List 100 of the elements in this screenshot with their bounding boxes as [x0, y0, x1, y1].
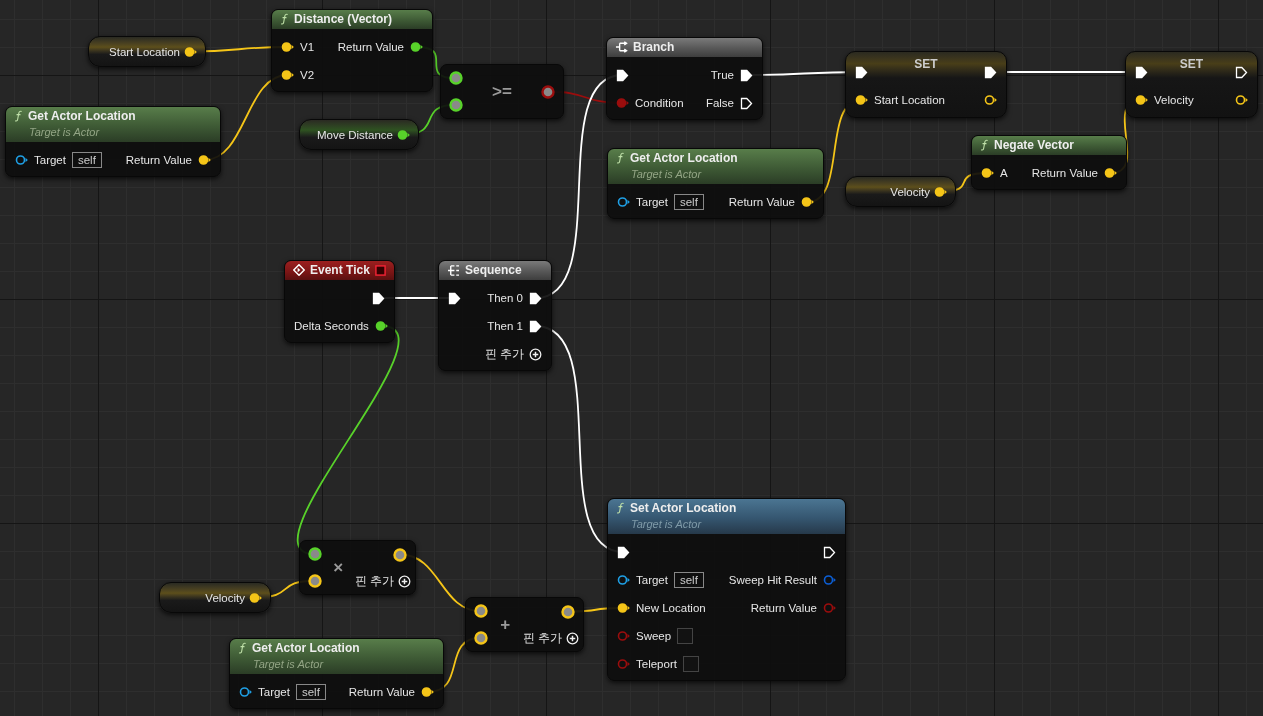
pin-label: Condition	[635, 97, 684, 109]
exec-pin-icon[interactable]	[740, 96, 753, 110]
variable-node[interactable]: Velocity	[159, 582, 271, 613]
pin-icon[interactable]	[184, 45, 197, 58]
function-icon	[980, 139, 989, 151]
pin-label: Teleport	[636, 658, 677, 670]
exec-pin-icon[interactable]	[529, 291, 542, 305]
graph-node[interactable]: Negate Vector A Return Value	[971, 135, 1127, 190]
node-title: Distance (Vector)	[294, 12, 394, 26]
pin-icon[interactable]	[1135, 94, 1148, 106]
pin-label: Start Location	[874, 94, 945, 106]
graph-node[interactable]: Get Actor Location Target is Actor Target self Return Value	[607, 148, 824, 219]
graph-node[interactable]: Get Actor Location Target is Actor Target self Return Value	[229, 638, 444, 709]
pin-icon[interactable]	[308, 547, 322, 562]
add-pin-icon[interactable]	[566, 631, 579, 645]
add-pin-label: 핀 추가	[484, 345, 524, 363]
graph-node[interactable]: SET Velocity	[1125, 51, 1258, 118]
operator-symbol: ×	[332, 556, 345, 579]
default-value-field[interactable]: self	[295, 684, 326, 700]
exec-pin-icon[interactable]	[448, 291, 461, 305]
pin-icon[interactable]	[617, 602, 630, 614]
pin-label: Return Value	[348, 686, 415, 698]
variable-node[interactable]: Move Distance	[299, 119, 419, 150]
pin-label: Return Value	[1031, 167, 1098, 179]
pin-icon[interactable]	[15, 154, 28, 166]
node-title: Velocity	[890, 185, 930, 198]
exec-pin-icon[interactable]	[617, 545, 630, 559]
node-title: Sequence	[465, 263, 523, 277]
pin-label: V2	[300, 69, 315, 81]
pin-label: Return Value	[750, 602, 817, 614]
pin-icon[interactable]	[281, 69, 294, 81]
node-title: Get Actor Location	[252, 641, 361, 655]
pin-icon[interactable]	[855, 94, 868, 106]
node-title: Event Tick	[310, 263, 370, 277]
operator-node[interactable]: >=	[440, 64, 564, 119]
pin-icon[interactable]	[198, 154, 211, 166]
graph-node[interactable]: Get Actor Location Target is Actor Target self Return Value	[5, 106, 221, 177]
pin-icon[interactable]	[1104, 167, 1117, 179]
pin-icon[interactable]	[239, 686, 252, 698]
pin-icon[interactable]	[617, 574, 630, 586]
graph-node[interactable]: Sequence Then 0 Then 1 핀 추가	[438, 260, 552, 371]
operator-node[interactable]: × 핀 추가	[299, 540, 416, 595]
node-title: Velocity	[205, 591, 245, 604]
checkbox[interactable]	[677, 628, 694, 644]
node-subtitle: Target is Actor	[630, 168, 703, 180]
pin-label: A	[1000, 167, 1008, 179]
pin-label: New Location	[636, 602, 706, 614]
operator-symbol: >=	[491, 80, 513, 103]
exec-pin-icon[interactable]	[855, 65, 868, 79]
pin-label: Target	[636, 196, 668, 208]
graph-node[interactable]: Set Actor Location Target is Actor Target self Sweep Hit Result New Location Return Value Sweep Teleport	[607, 498, 846, 681]
pin-icon[interactable]	[249, 591, 262, 604]
exec-pin-icon[interactable]	[984, 65, 997, 79]
node-title: Start Location	[109, 45, 180, 58]
sequence-icon	[447, 264, 460, 276]
pin-icon[interactable]	[421, 686, 434, 698]
pin-icon[interactable]	[374, 320, 388, 332]
pin-label: V1	[300, 41, 315, 53]
event-square-icon	[375, 264, 386, 276]
exec-pin-icon[interactable]	[740, 68, 753, 82]
function-icon	[238, 642, 247, 654]
default-value-field[interactable]: self	[71, 152, 102, 168]
exec-pin-icon[interactable]	[372, 291, 385, 305]
pin-label: True	[710, 69, 734, 81]
pin-icon[interactable]	[449, 71, 463, 86]
graph-node[interactable]: Branch True Condition False	[606, 37, 763, 120]
add-pin-icon[interactable]	[529, 347, 542, 361]
graph-node[interactable]: Event Tick Delta Seconds	[284, 260, 395, 343]
pin-icon[interactable]	[984, 94, 997, 106]
exec-pin-icon[interactable]	[1135, 65, 1148, 79]
pin-icon[interactable]	[397, 128, 410, 141]
checkbox[interactable]	[682, 656, 699, 672]
variable-node[interactable]: Start Location	[88, 36, 206, 67]
pin-icon[interactable]	[410, 41, 423, 53]
exec-pin-icon[interactable]	[529, 319, 542, 333]
pin-icon[interactable]	[281, 41, 294, 53]
pin-icon[interactable]	[449, 97, 463, 112]
graph-node[interactable]: Distance (Vector) V1 Return Value V2	[271, 9, 433, 92]
add-pin-label: 핀 추가	[354, 572, 394, 590]
pin-icon[interactable]	[541, 84, 555, 99]
exec-pin-icon[interactable]	[616, 68, 629, 82]
pin-icon[interactable]	[981, 167, 994, 179]
branch-icon	[615, 41, 628, 53]
default-value-field[interactable]: self	[673, 194, 704, 210]
default-value-field[interactable]: self	[673, 572, 704, 588]
pin-icon[interactable]	[617, 196, 630, 208]
exec-pin-icon[interactable]	[1235, 65, 1248, 79]
pin-label: Target	[258, 686, 290, 698]
pin-icon[interactable]	[801, 196, 814, 208]
pin-label: Velocity	[1154, 94, 1194, 106]
pin-icon[interactable]	[1235, 94, 1248, 106]
pin-label: Return Value	[728, 196, 795, 208]
variable-node[interactable]: Velocity	[845, 176, 956, 207]
node-title: Negate Vector	[994, 138, 1076, 152]
function-icon	[14, 110, 23, 122]
pin-icon[interactable]	[934, 185, 947, 198]
exec-pin-icon[interactable]	[823, 545, 836, 559]
add-pin-icon[interactable]	[398, 574, 411, 588]
graph-node[interactable]: SET Start Location	[845, 51, 1007, 118]
operator-node[interactable]: + 핀 추가	[465, 597, 584, 652]
